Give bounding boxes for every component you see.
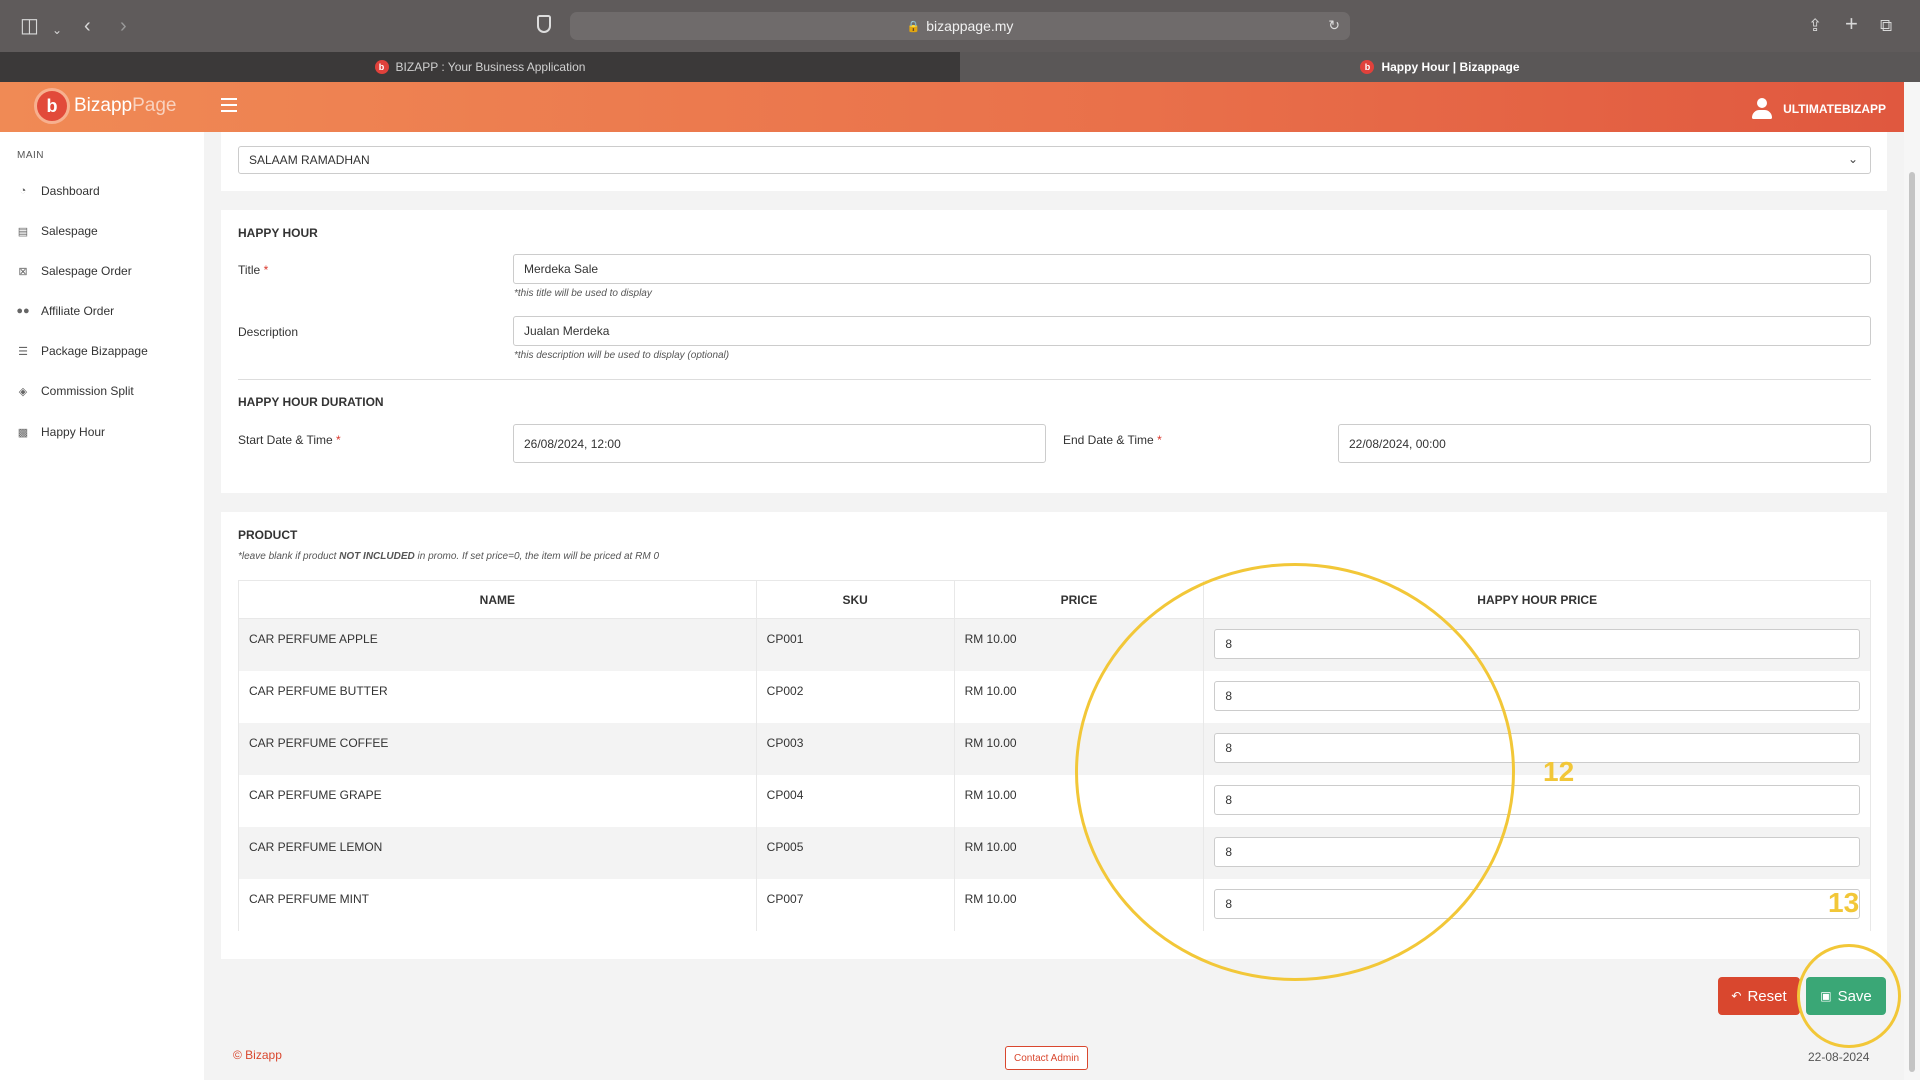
dashboard-icon: ◔: [19, 185, 27, 197]
column-header-sku: SKU: [755, 580, 955, 619]
end-datetime-input[interactable]: 22/08/2024, 00:00: [1338, 424, 1871, 463]
contact-admin-button[interactable]: Contact Admin: [1005, 1046, 1088, 1070]
title-help-text: *this title will be used to display: [514, 288, 652, 299]
section-divider: [238, 379, 1871, 380]
table-row: CAR PERFUME APPLE CP001 RM 10.00 8: [238, 618, 1871, 671]
diamond-icon: ◈: [18, 385, 28, 398]
sidebar-item-package-bizappage[interactable]: ☰ Package Bizappage: [16, 344, 148, 358]
table-row: CAR PERFUME GRAPE CP004 RM 10.00 8: [238, 774, 1871, 827]
back-icon[interactable]: ‹: [84, 14, 91, 38]
start-datetime-input[interactable]: 26/08/2024, 12:00: [513, 424, 1046, 463]
tab-happy-hour[interactable]: b Happy Hour | Bizappage: [960, 52, 1920, 82]
start-datetime-label: Start Date & Time *: [238, 433, 341, 447]
url-text: bizappage.my: [926, 18, 1014, 34]
description-help-text: *this description will be used to displa…: [514, 350, 730, 361]
product-sku: CP007: [755, 878, 955, 931]
product-name: CAR PERFUME BUTTER: [238, 670, 757, 723]
table-row: CAR PERFUME LEMON CP005 RM 10.00 8: [238, 826, 1871, 879]
table-row: CAR PERFUME COFFEE CP003 RM 10.00 8: [238, 722, 1871, 775]
app-logo[interactable]: b BizappPage: [34, 88, 176, 124]
sidebar-item-happy-hour[interactable]: ▩ Happy Hour: [16, 425, 105, 439]
sidebar-toggle-icon[interactable]: ◫: [20, 14, 39, 38]
logo-icon: b: [34, 88, 70, 124]
tab-bizapp[interactable]: b BIZAPP : Your Business Application: [0, 52, 960, 82]
chevron-down-icon: ⌄: [1847, 152, 1858, 166]
footer-copyright[interactable]: © Bizapp: [233, 1048, 282, 1062]
footer-date: 22-08-2024: [1808, 1050, 1870, 1064]
product-name: CAR PERFUME MINT: [238, 878, 757, 931]
share-icon[interactable]: ⇪: [1808, 14, 1822, 38]
duration-section-title: HAPPY HOUR DURATION: [238, 395, 384, 409]
browser-toolbar: ◫ ⌄ ‹ › 🔒 bizappage.my ↻ ⇪ + ⧉: [0, 0, 1920, 52]
product-sku: CP003: [755, 722, 955, 775]
table-header-row: NAME SKU PRICE HAPPY HOUR PRICE: [238, 580, 1871, 619]
product-name: CAR PERFUME GRAPE: [238, 774, 757, 827]
sidebar: MAIN ◔ Dashboard ▤ Salespage ⊠ Salespage…: [0, 132, 204, 1080]
user-icon: [1751, 98, 1773, 120]
annotation-number: 12: [1543, 756, 1575, 787]
description-label: Description: [238, 325, 299, 339]
app-header: b BizappPage ULTIMATEBIZAPP: [0, 82, 1904, 132]
user-menu[interactable]: ULTIMATEBIZAPP: [1751, 98, 1886, 120]
calendar-icon: ▤: [17, 225, 29, 238]
tab-overview-icon[interactable]: ⧉: [1880, 14, 1892, 38]
sidebar-item-affiliate-order[interactable]: ●● Affiliate Order: [16, 304, 114, 318]
favicon-icon: b: [374, 60, 389, 74]
annotation-circle: [1075, 563, 1515, 981]
sidebar-item-salespage-order[interactable]: ⊠ Salespage Order: [16, 264, 131, 278]
product-sku: CP005: [755, 826, 955, 879]
product-section-title: PRODUCT: [238, 528, 298, 542]
users-icon: ●●: [16, 305, 30, 317]
chevron-down-icon[interactable]: ⌄: [52, 18, 62, 42]
username: ULTIMATEBIZAPP: [1783, 102, 1886, 116]
product-table: NAME SKU PRICE HAPPY HOUR PRICE CAR PERF…: [238, 580, 1871, 931]
salespage-select[interactable]: SALAAM RAMADHAN ⌄: [238, 146, 1871, 174]
undo-icon: ↶: [1731, 989, 1742, 1003]
tab-label: Happy Hour | Bizappage: [1381, 60, 1520, 74]
sidebar-section-title: MAIN: [17, 150, 44, 161]
product-sku: CP002: [755, 670, 955, 723]
shield-icon[interactable]: [537, 15, 551, 33]
end-datetime-label: End Date & Time *: [1063, 433, 1162, 447]
annotation-circle: [1797, 944, 1901, 1048]
product-sku: CP004: [755, 774, 955, 827]
address-bar[interactable]: 🔒 bizappage.my ↻: [570, 12, 1350, 40]
annotation-number: 13: [1828, 887, 1860, 918]
logo-text: BizappPage: [74, 95, 177, 116]
product-help-text: *leave blank if product NOT INCLUDED in …: [238, 551, 660, 562]
card-icon: ▩: [17, 426, 29, 439]
scrollbar-thumb[interactable]: [1909, 172, 1915, 1072]
cart-icon: ⊠: [18, 265, 28, 278]
list-icon: ☰: [18, 345, 28, 358]
new-tab-icon[interactable]: +: [1845, 12, 1858, 36]
table-row: CAR PERFUME BUTTER CP002 RM 10.00 8: [238, 670, 1871, 723]
sidebar-item-commission-split[interactable]: ◈ Commission Split: [16, 384, 134, 398]
lock-icon: 🔒: [906, 20, 921, 33]
table-row: CAR PERFUME MINT CP007 RM 10.00 8: [238, 878, 1871, 931]
product-sku: CP001: [755, 618, 955, 671]
product-name: CAR PERFUME APPLE: [238, 618, 757, 671]
sidebar-item-salespage[interactable]: ▤ Salespage: [16, 224, 98, 238]
reload-icon[interactable]: ↻: [1328, 17, 1340, 34]
title-label: Title *: [238, 263, 269, 277]
product-name: CAR PERFUME LEMON: [238, 826, 757, 879]
favicon-icon: b: [1360, 60, 1375, 74]
tab-label: BIZAPP : Your Business Application: [395, 60, 586, 74]
product-name: CAR PERFUME COFFEE: [238, 722, 757, 775]
happy-hour-section-title: HAPPY HOUR: [238, 226, 318, 240]
description-input[interactable]: Jualan Merdeka: [513, 316, 1871, 346]
sidebar-item-dashboard[interactable]: ◔ Dashboard: [16, 184, 100, 198]
hamburger-menu-icon[interactable]: [221, 98, 237, 112]
forward-icon[interactable]: ›: [120, 14, 127, 38]
reset-button[interactable]: ↶ Reset: [1718, 977, 1800, 1015]
page-scrollbar[interactable]: [1904, 82, 1920, 1080]
title-input[interactable]: Merdeka Sale: [513, 254, 1871, 284]
column-header-name: NAME: [238, 580, 757, 619]
tab-strip: b BIZAPP : Your Business Application b H…: [0, 52, 1920, 82]
